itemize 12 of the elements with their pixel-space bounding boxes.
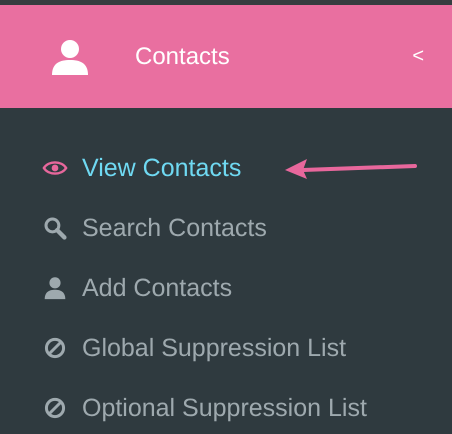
search-icon — [42, 216, 68, 240]
menu-item[interactable]: Global Suppression List — [0, 318, 452, 378]
menu-item[interactable]: Optional Suppression List — [0, 378, 452, 434]
section-title: Contacts — [135, 42, 231, 70]
menu-item[interactable]: Search Contacts — [0, 198, 452, 258]
menu-item[interactable]: View Contacts — [0, 138, 452, 198]
prohibited-icon — [42, 336, 68, 360]
person-icon — [42, 276, 68, 300]
prohibited-icon — [42, 396, 68, 420]
section-header[interactable]: Contacts < — [0, 5, 452, 108]
collapse-toggle[interactable]: < — [412, 45, 424, 68]
menu-item[interactable]: Add Contacts — [0, 258, 452, 318]
